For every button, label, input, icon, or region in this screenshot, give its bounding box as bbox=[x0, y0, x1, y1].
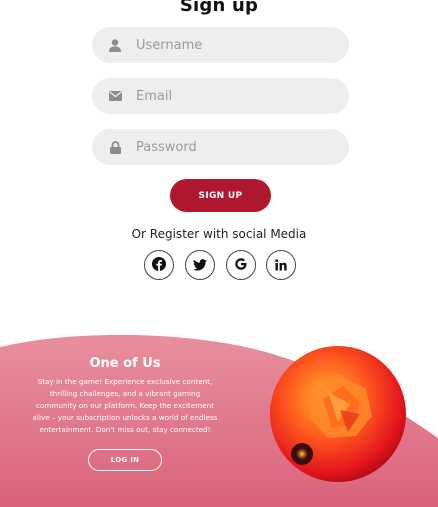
lock-icon bbox=[108, 140, 122, 154]
envelope-icon bbox=[108, 89, 122, 103]
google-button[interactable] bbox=[226, 250, 256, 280]
promo-description: Stay in the game! Experience exclusive c… bbox=[32, 377, 218, 434]
linkedin-button[interactable] bbox=[266, 250, 296, 280]
password-field[interactable] bbox=[92, 129, 349, 165]
facebook-icon bbox=[152, 256, 166, 275]
linkedin-icon bbox=[275, 256, 287, 275]
twitter-icon bbox=[193, 256, 207, 275]
log-in-button[interactable]: LOG IN bbox=[88, 449, 162, 471]
social-register-text: Or Register with social Media bbox=[131, 227, 307, 241]
user-icon bbox=[108, 38, 122, 52]
page-title: Sign up bbox=[179, 0, 259, 16]
username-field[interactable] bbox=[92, 27, 349, 63]
signup-page: Sign up SIGN UP Or Register with social … bbox=[0, 0, 438, 507]
username-input[interactable] bbox=[134, 36, 328, 54]
password-input[interactable] bbox=[134, 138, 328, 156]
sign-up-button[interactable]: SIGN UP bbox=[170, 179, 271, 212]
facebook-button[interactable] bbox=[144, 250, 174, 280]
email-field[interactable] bbox=[92, 78, 349, 114]
google-icon bbox=[234, 256, 248, 275]
email-input[interactable] bbox=[134, 87, 328, 105]
gaming-orb-illustration bbox=[270, 346, 406, 482]
twitter-button[interactable] bbox=[185, 250, 215, 280]
promo-title: One of Us bbox=[89, 356, 161, 371]
